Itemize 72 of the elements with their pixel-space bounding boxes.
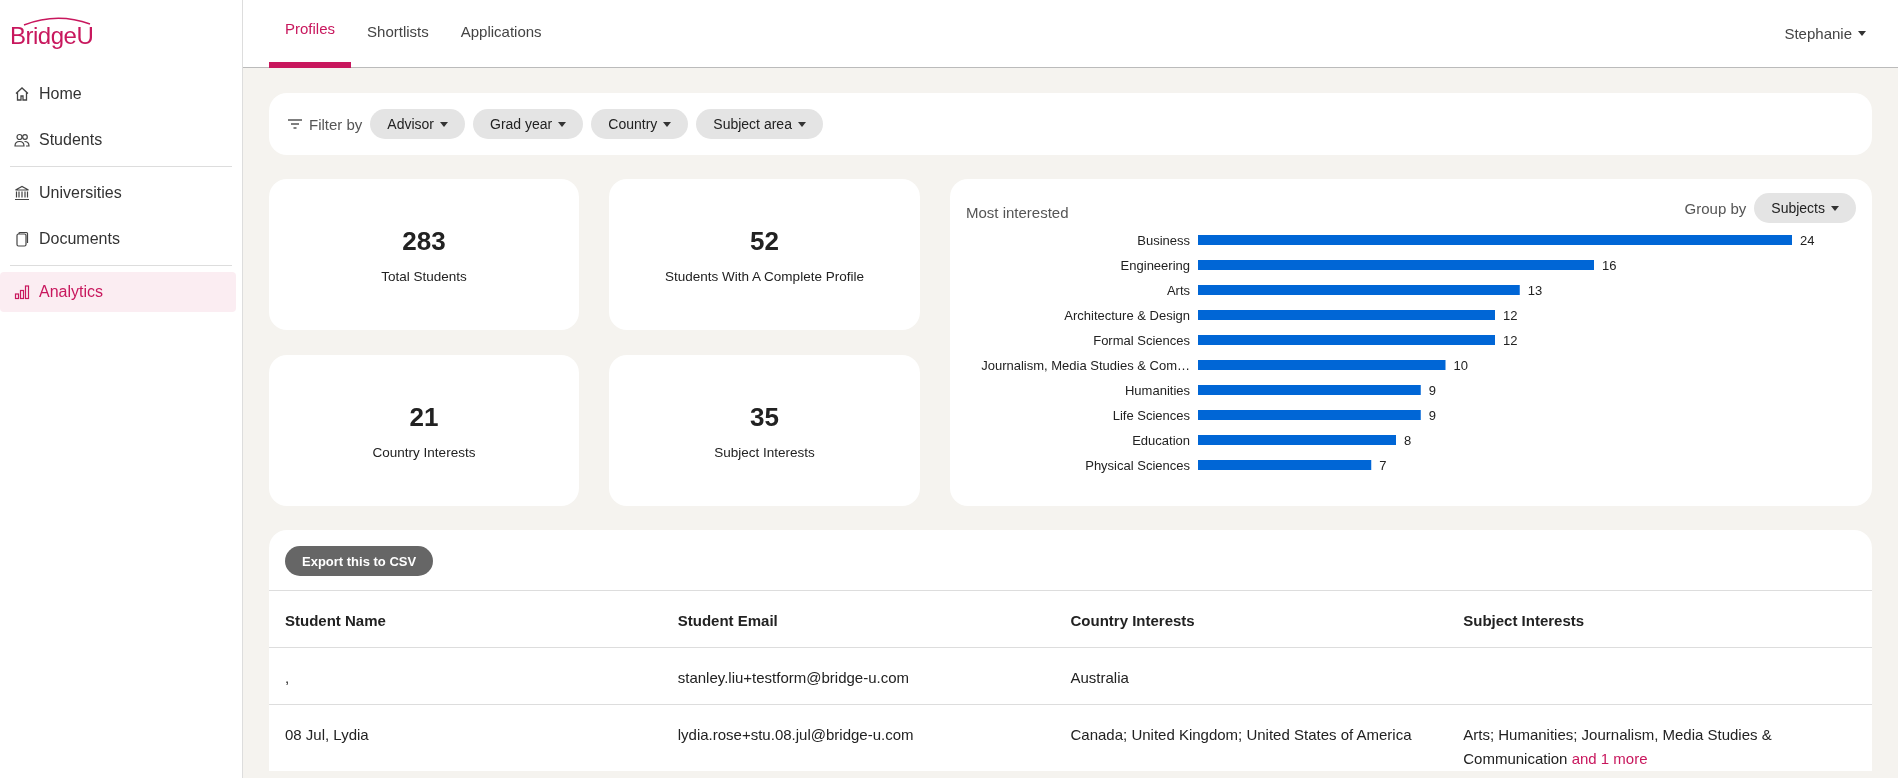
sidebar-item[interactable]: Universities (10, 173, 232, 213)
value-label: 16 (1602, 257, 1617, 273)
value-label: 7 (1379, 457, 1387, 473)
table-cell-text: stanley.liu+testform@bridge-u.com (677, 668, 911, 688)
table-cell-text: , (285, 668, 291, 688)
filter-dropdown[interactable]: Advisor (370, 109, 466, 139)
caret-icon (1831, 205, 1839, 211)
value-label: 8 (1404, 432, 1412, 448)
column-header: Country Interests (1070, 611, 1196, 631)
category-label: Education (1132, 432, 1190, 448)
category-label: Life Sciences (1112, 407, 1190, 423)
filter-label: Filter by (309, 115, 363, 133)
filter-dropdown[interactable]: Grad year (473, 109, 584, 139)
caret-icon (797, 121, 806, 127)
stat-value: 52 (750, 225, 779, 257)
table-cell-text: Arts; Humanities; Journalism, Media Studies & Communication and 1 more (1463, 725, 1773, 769)
category-label: Arts (1166, 282, 1190, 298)
column-header: Subject Interests (1463, 611, 1586, 631)
nav-tab[interactable]: Profiles (269, 0, 352, 68)
column-header: Student Email (677, 611, 779, 631)
group-by-label: Group by (1684, 199, 1747, 217)
category-label: Physical Sciences (1085, 457, 1190, 473)
group-by-dropdown[interactable]: Subjects (1754, 193, 1856, 223)
filter-icon (287, 116, 303, 132)
sidebar-item[interactable]: Documents (10, 219, 232, 259)
nav-tab[interactable]: Shortlists (351, 0, 445, 68)
category-label: Engineering (1120, 257, 1190, 273)
people-icon (14, 132, 30, 148)
sidebar-item[interactable]: Analytics (0, 272, 236, 312)
sidebar-item[interactable]: Students (10, 120, 232, 160)
table-cell-text: 08 Jul, Lydia (285, 725, 370, 745)
stat-label: Total Students (381, 268, 467, 284)
logo[interactable]: BridgeU (10, 22, 94, 49)
value-label: 12 (1503, 307, 1518, 323)
value-label: 24 (1800, 232, 1815, 248)
column-header: Student Name (285, 611, 387, 631)
stat-value: 21 (409, 401, 439, 433)
user-menu[interactable]: Stephanie (1778, 24, 1872, 43)
filter-dropdown[interactable]: Country (591, 109, 689, 139)
category-label: Formal Sciences (1093, 332, 1190, 348)
caret-icon (440, 121, 449, 127)
category-label: Architecture & Design (1064, 307, 1190, 323)
logo-arc-icon (22, 16, 92, 26)
category-label: Business (1137, 232, 1190, 248)
export-button[interactable]: Export this to CSV (285, 546, 434, 576)
caret-icon (558, 121, 567, 127)
value-label: 12 (1503, 332, 1518, 348)
nav-tab[interactable]: Applications (444, 0, 558, 68)
more-link[interactable]: and 1 more (1571, 750, 1648, 767)
caret-icon (663, 121, 672, 127)
table-cell-text: Australia (1070, 668, 1130, 688)
table-cell-text: Canada; United Kingdom; United States of America (1070, 725, 1413, 745)
category-label: Humanities (1124, 382, 1190, 398)
stat-value: 35 (750, 401, 779, 433)
value-label: 9 (1428, 382, 1436, 398)
caret-icon (1858, 31, 1866, 36)
sidebar-item[interactable]: Home (10, 74, 232, 114)
stat-value: 283 (402, 225, 446, 257)
home-icon (14, 86, 30, 102)
document-icon (14, 231, 30, 247)
table-cell-text: lydia.rose+stu.08.jul@bridge-u.com (677, 725, 915, 745)
chart-title: Most interested (966, 202, 1069, 221)
bank-icon (14, 185, 30, 201)
value-label: 10 (1453, 357, 1468, 373)
stat-label: Students With A Complete Profile (665, 268, 864, 284)
stat-label: Country Interests (372, 444, 476, 460)
value-label: 9 (1428, 407, 1436, 423)
category-label: Journalism, Media Studies & Com… (981, 357, 1190, 373)
bar-chart-icon (14, 284, 30, 300)
stat-label: Subject Interests (714, 444, 815, 460)
filter-dropdown[interactable]: Subject area (696, 109, 823, 139)
value-label: 13 (1527, 282, 1543, 298)
